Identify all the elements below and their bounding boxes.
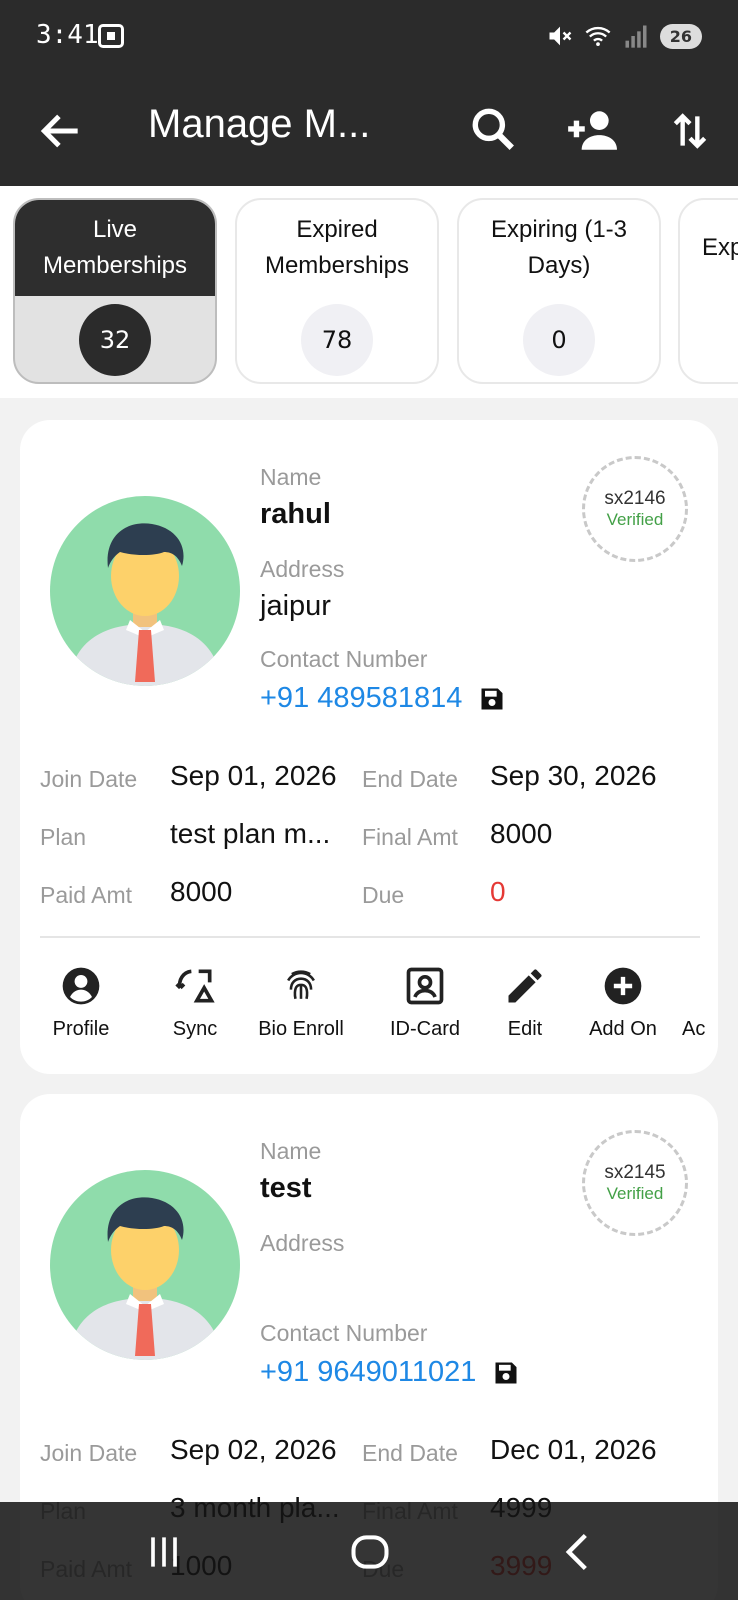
verification-badge: sx2146 Verified (582, 456, 688, 562)
tab-label: Expiring (1-3 Days) (490, 216, 628, 279)
plan-value: test plan m... (170, 818, 331, 849)
member-card[interactable]: Name rahul Address jaipur Contact Number… (20, 420, 718, 1074)
contact-number[interactable]: +91 9649011021 (260, 1356, 476, 1389)
membership-tabs: Live Memberships 32 Expired Memberships … (0, 186, 738, 398)
sync-button[interactable]: Sync (140, 964, 250, 1041)
plan-label: Plan (40, 824, 87, 850)
contact-label: Contact Number (260, 1320, 428, 1346)
add-circle-icon (604, 967, 642, 1005)
member-name: rahul (260, 498, 331, 530)
join-date-value: Sep 02, 2026 (170, 1434, 337, 1465)
tab-expired-memberships[interactable]: Expired Memberships 78 (235, 198, 439, 384)
join-date-label: Join Date (40, 1440, 138, 1466)
contact-number[interactable]: +91 489581814 (260, 682, 462, 715)
member-address: jaipur (260, 590, 331, 622)
profile-button[interactable]: Profile (26, 964, 136, 1041)
tab-count-badge: 0 (523, 304, 595, 376)
action-label: Bio Enroll (258, 1018, 344, 1040)
final-amt-label: Final Amt (362, 824, 458, 850)
avatar-icon (50, 1170, 240, 1360)
end-date-label: End Date (362, 1440, 458, 1466)
join-date-label: Join Date (40, 766, 138, 792)
end-date-value: Sep 30, 2026 (490, 760, 657, 791)
member-name: test (260, 1172, 312, 1204)
info-row-plan: Plan test plan m... Final Amt 8000 (40, 818, 700, 858)
back-arrow-icon[interactable] (36, 106, 86, 156)
bio-enroll-button[interactable]: Bio Enroll (246, 964, 356, 1041)
status-icons: 26 (546, 22, 702, 50)
end-date-value: Dec 01, 2026 (490, 1434, 657, 1465)
save-contact-icon[interactable] (492, 1359, 520, 1387)
tab-label: Live Memberships (15, 200, 215, 296)
address-label: Address (260, 556, 345, 582)
home-icon[interactable] (348, 1530, 392, 1574)
verified-status: Verified (606, 1184, 664, 1203)
verification-badge: sx2145 Verified (582, 1130, 688, 1236)
action-label: ID-Card (389, 1018, 460, 1040)
sync-icon (175, 969, 215, 1003)
signal-icon (625, 25, 647, 48)
profile-icon (62, 967, 100, 1005)
battery-indicator: 26 (659, 23, 702, 49)
due-value: 0 (490, 876, 506, 907)
info-row-dates: Join Date Sep 02, 2026 End Date Dec 01, … (40, 1434, 700, 1474)
status-time: 3:41 (36, 20, 99, 50)
final-amt-value: 8000 (490, 818, 553, 849)
tab-count-badge: 78 (301, 304, 373, 376)
verified-status: Verified (606, 510, 664, 529)
action-label: Edit (507, 1018, 543, 1040)
contact-label: Contact Number (260, 646, 428, 672)
paid-amt-label: Paid Amt (40, 882, 133, 908)
info-row-payment: Paid Amt 8000 Due 0 (40, 876, 700, 916)
card-actions: Profile Sync Bio Enroll ID-Card Edit Add… (20, 964, 718, 1064)
add-on-button[interactable]: Add On (568, 964, 678, 1041)
name-label: Name (260, 464, 322, 490)
member-id: sx2146 (604, 488, 666, 509)
more-action-button[interactable]: Ac (670, 964, 718, 1041)
info-row-dates: Join Date Sep 01, 2026 End Date Sep 30, … (40, 760, 700, 800)
action-label: Sync (172, 1018, 218, 1040)
paid-amt-value: 8000 (170, 876, 233, 907)
tab-expiring[interactable]: Expiring (1-3 Days) 0 (457, 198, 661, 384)
join-date-value: Sep 01, 2026 (170, 760, 337, 791)
name-label: Name (260, 1138, 322, 1164)
id-card-button[interactable]: ID-Card (370, 964, 480, 1041)
app-bar: Manage M... (0, 78, 738, 186)
mute-icon (549, 26, 572, 46)
add-user-icon[interactable] (564, 106, 618, 156)
id-card-icon (406, 967, 444, 1005)
action-label: Ac (682, 1018, 706, 1040)
contact-number-link[interactable]: +91 489581814 (260, 682, 506, 715)
tab-count-badge: 32 (79, 304, 151, 376)
recent-apps-icon[interactable] (142, 1530, 186, 1574)
save-contact-icon[interactable] (478, 685, 506, 713)
edit-button[interactable]: Edit (470, 964, 580, 1041)
wifi-icon (585, 26, 611, 47)
tab-label: Expired Memberships (264, 216, 410, 279)
avatar-icon (50, 496, 240, 686)
search-icon[interactable] (468, 104, 518, 154)
back-nav-icon[interactable] (556, 1530, 600, 1574)
system-navigation-bar (0, 1502, 738, 1600)
action-label: Profile (52, 1018, 110, 1040)
tab-live-memberships[interactable]: Live Memberships 32 (13, 198, 217, 384)
end-date-label: End Date (362, 766, 458, 792)
card-divider (40, 936, 700, 938)
due-label: Due (362, 882, 405, 908)
tab-expiring-more[interactable]: Exp (678, 198, 738, 384)
edit-pencil-icon (508, 969, 542, 1003)
tab-label: Exp (702, 234, 738, 261)
member-id: sx2145 (604, 1162, 666, 1183)
status-bar: 3:41 26 (0, 0, 738, 78)
address-label: Address (260, 1230, 345, 1256)
fingerprint-icon (287, 970, 315, 1000)
page-title: Manage M... (148, 102, 371, 146)
action-label: Add On (589, 1018, 657, 1040)
contact-number-link[interactable]: +91 9649011021 (260, 1356, 520, 1389)
screenshot-icon (98, 24, 124, 48)
sort-icon[interactable] (668, 106, 712, 156)
